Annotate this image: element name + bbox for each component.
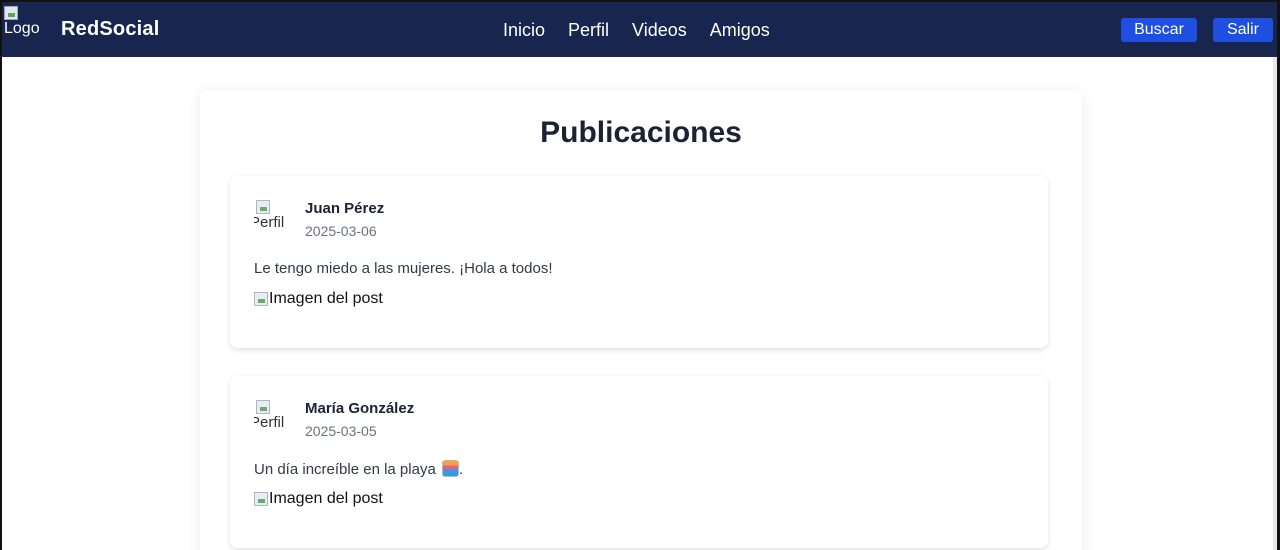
logout-button[interactable]: Salir — [1213, 18, 1273, 42]
post-text-suffix: . — [458, 461, 464, 478]
post-image[interactable]: Imagen del post — [254, 290, 383, 308]
post-card: Perfil Juan Pérez 2025-03-06 Le tengo mi… — [230, 176, 1048, 348]
vertical-scrollbar[interactable] — [1273, 57, 1277, 550]
nav-links: Inicio Perfil Videos Amigos — [503, 20, 770, 41]
search-button[interactable]: Buscar — [1121, 18, 1197, 42]
post-author[interactable]: María González — [305, 400, 414, 417]
author-avatar[interactable]: Perfil — [254, 400, 292, 436]
feed-container: Publicaciones Perfil Juan Pérez 2025-03-… — [200, 90, 1082, 550]
broken-image-icon — [4, 6, 18, 20]
author-avatar[interactable]: Perfil — [254, 200, 292, 236]
broken-image-icon — [256, 400, 270, 414]
post-image[interactable]: Imagen del post — [254, 490, 383, 508]
post-text: Un día increíble en la playa . — [254, 460, 463, 478]
avatar-alt-text: Perfil — [254, 214, 285, 231]
post-text-body: Un día increíble en la playa — [254, 461, 436, 478]
post-text: Le tengo miedo a las mujeres. ¡Hola a to… — [254, 260, 553, 277]
post-date: 2025-03-05 — [305, 423, 377, 439]
nav-link-amigos[interactable]: Amigos — [710, 20, 770, 41]
post-card: Perfil María González 2025-03-05 Un día … — [230, 376, 1048, 548]
logo-image[interactable]: Logo — [4, 6, 48, 46]
app-window: Logo RedSocial Inicio Perfil Videos Amig… — [2, 2, 1277, 550]
nav-link-videos[interactable]: Videos — [632, 20, 687, 41]
post-date: 2025-03-06 — [305, 223, 377, 239]
post-image-alt-text: Imagen del post — [269, 490, 383, 507]
beach-emoji-icon — [441, 460, 459, 477]
post-author[interactable]: Juan Pérez — [305, 200, 384, 217]
logo-alt-text: Logo — [4, 20, 40, 37]
brand-name[interactable]: RedSocial — [61, 18, 160, 41]
nav-link-perfil[interactable]: Perfil — [568, 20, 609, 41]
page-title: Publicaciones — [540, 116, 742, 149]
top-navbar: Logo RedSocial Inicio Perfil Videos Amig… — [2, 2, 1277, 57]
broken-image-icon — [254, 492, 268, 506]
broken-image-icon — [256, 200, 270, 214]
broken-image-icon — [254, 292, 268, 306]
avatar-alt-text: Perfil — [254, 414, 285, 431]
nav-link-inicio[interactable]: Inicio — [503, 20, 545, 41]
post-image-alt-text: Imagen del post — [269, 290, 383, 307]
